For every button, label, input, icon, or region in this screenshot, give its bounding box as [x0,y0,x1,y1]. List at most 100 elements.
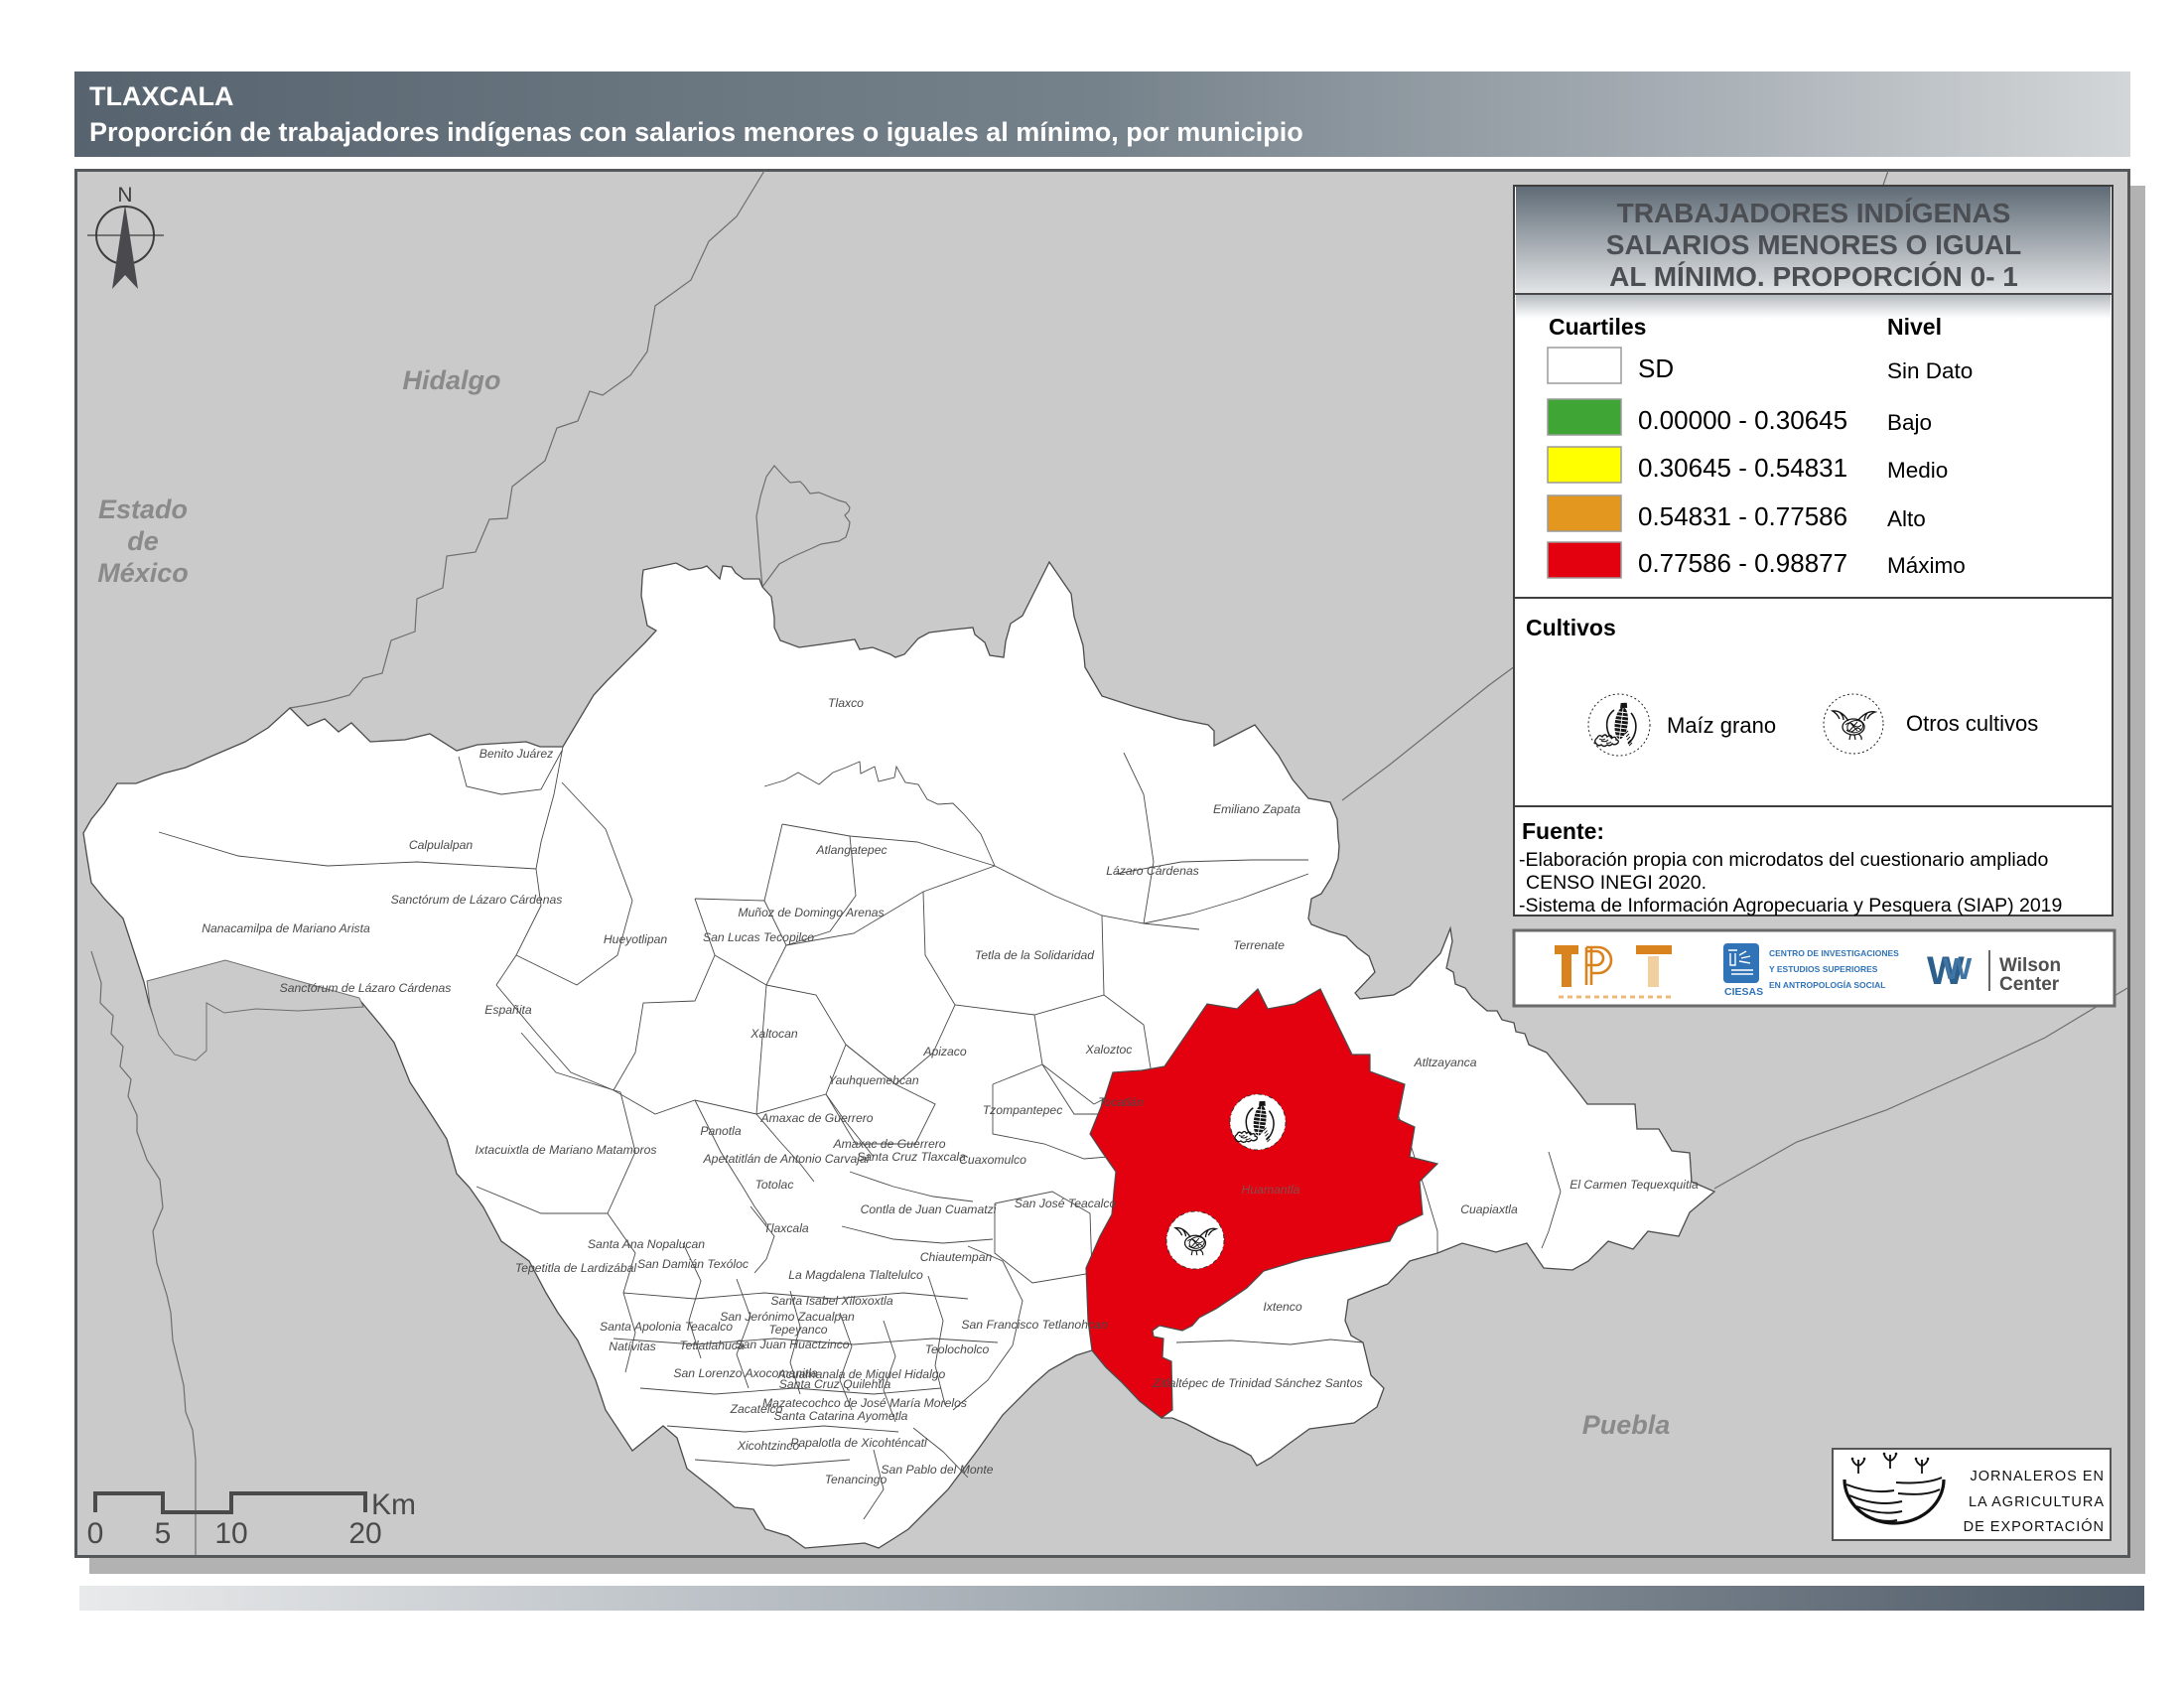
svg-text:Chiautempan: Chiautempan [920,1250,993,1264]
svg-text:Tepeyanco: Tepeyanco [768,1323,827,1337]
svg-text:Medio: Medio [1887,458,1948,483]
svg-text:Wilson: Wilson [1999,955,2061,976]
svg-text:Santa Apolonia Teacalco: Santa Apolonia Teacalco [600,1320,733,1334]
svg-text:Ixtenco: Ixtenco [1263,1300,1302,1314]
svg-text:Sin Dato: Sin Dato [1887,358,1973,383]
svg-text:Sanctórum de Lázaro Cárdenas: Sanctórum de Lázaro Cárdenas [391,893,563,907]
svg-text:Apetatitlán de Antonio Carvaja: Apetatitlán de Antonio Carvajal [703,1152,870,1166]
svg-text:San Pablo del Monte: San Pablo del Monte [881,1463,993,1477]
svg-text:Sanctórum de Lázaro Cárdenas: Sanctórum de Lázaro Cárdenas [280,981,452,995]
svg-text:Santa Cruz Quilehtla: Santa Cruz Quilehtla [779,1377,891,1391]
svg-text:Tlaxcala: Tlaxcala [763,1221,809,1235]
svg-text:Contla de Juan Cuamatzi: Contla de Juan Cuamatzi [861,1202,997,1216]
svg-text:Tepetitla de Lardizábal: Tepetitla de Lardizábal [515,1261,636,1275]
svg-text:CIESAS: CIESAS [1724,986,1763,998]
svg-text:Benito Juárez: Benito Juárez [479,747,554,761]
svg-text:Puebla: Puebla [1582,1410,1671,1440]
svg-text:Natívitas: Natívitas [609,1340,655,1353]
svg-text:-Elaboración propia con microd: -Elaboración propia con microdatos del c… [1519,849,2048,871]
svg-text:Ixtacuixtla de Mariano Matamor: Ixtacuixtla de Mariano Matamoros [476,1143,657,1157]
svg-text:Yauhquemehcan: Yauhquemehcan [828,1073,918,1087]
svg-text:Hueyotlipan: Hueyotlipan [604,932,668,946]
svg-text:Alto: Alto [1887,506,1926,531]
svg-text:Cuaxomulco: Cuaxomulco [959,1153,1026,1167]
svg-text:N: N [117,184,132,207]
svg-text:Fuente:: Fuente: [1522,818,1604,844]
svg-text:Santa Cruz Tlaxcala: Santa Cruz Tlaxcala [857,1150,966,1164]
svg-text:CENTRO DE INVESTIGACIONES: CENTRO DE INVESTIGACIONES [1769,948,1899,958]
svg-text:Cultivos: Cultivos [1526,615,1616,640]
svg-text:Tetla de la Solidaridad: Tetla de la Solidaridad [975,948,1095,962]
svg-text:Tzompantepec: Tzompantepec [983,1103,1063,1117]
svg-text:Cuartiles: Cuartiles [1549,314,1646,340]
svg-text:CENSO INEGI 2020.: CENSO INEGI 2020. [1526,872,1706,894]
svg-text:W: W [1943,951,1973,986]
svg-text:Calpulalpan: Calpulalpan [409,838,474,852]
svg-text:Panotla: Panotla [700,1124,742,1138]
svg-text:10: 10 [214,1517,247,1550]
svg-text:El Carmen Tequexquitla: El Carmen Tequexquitla [1570,1178,1699,1192]
svg-text:Amaxac de Guerrero: Amaxac de Guerrero [832,1137,945,1151]
svg-text:Santa Ana Nopalucan: Santa Ana Nopalucan [588,1237,705,1251]
svg-text:Apizaco: Apizaco [922,1045,967,1058]
svg-text:SD: SD [1638,353,1674,383]
svg-text:TLAXCALA: TLAXCALA [89,81,233,111]
svg-text:Cuapiaxtla: Cuapiaxtla [1460,1202,1518,1216]
svg-text:Santa Catarina Ayometla: Santa Catarina Ayometla [774,1409,908,1423]
svg-text:Otros cultivos: Otros cultivos [1906,711,2038,736]
svg-text:La Magdalena Tlaltelulco: La Magdalena Tlaltelulco [788,1268,923,1282]
svg-text:Lázaro Cárdenas: Lázaro Cárdenas [1106,864,1199,878]
svg-text:Maíz grano: Maíz grano [1667,713,1776,738]
svg-text:Zitlaltépec de Trinidad Sánche: Zitlaltépec de Trinidad Sánchez Santos [1152,1376,1362,1390]
svg-text:Bajo: Bajo [1887,410,1932,435]
svg-text:Amaxac de Guerrero: Amaxac de Guerrero [759,1111,873,1125]
svg-text:SALARIOS MENORES O IGUAL: SALARIOS MENORES O IGUAL [1606,229,2021,260]
svg-text:Xaltocan: Xaltocan [750,1027,798,1041]
svg-text:0.54831 - 0.77586: 0.54831 - 0.77586 [1638,501,1847,531]
svg-text:Xaloztoc: Xaloztoc [1085,1043,1133,1057]
svg-text:Tocatlán: Tocatlán [1098,1095,1144,1109]
svg-text:Estado: Estado [98,494,188,524]
svg-text:San José Teacalco: San José Teacalco [1015,1197,1117,1210]
svg-text:Santa Isabel Xiloxoxtla: Santa Isabel Xiloxoxtla [770,1294,893,1308]
svg-text:Muñoz de Domingo Arenas: Muñoz de Domingo Arenas [738,906,884,919]
svg-text:Papalotla de Xicohténcatl: Papalotla de Xicohténcatl [790,1436,927,1450]
svg-text:0.00000 - 0.30645: 0.00000 - 0.30645 [1638,405,1847,435]
svg-text:TRABAJADORES INDÍGENAS: TRABAJADORES INDÍGENAS [1617,198,2011,228]
svg-text:Nivel: Nivel [1887,314,1942,340]
svg-text:Nanacamilpa de Mariano Arista: Nanacamilpa de Mariano Arista [202,921,370,935]
svg-text:0.77586 - 0.98877: 0.77586 - 0.98877 [1638,548,1847,578]
svg-text:de: de [127,526,159,556]
svg-text:Terrenate: Terrenate [1233,938,1285,952]
svg-text:Mazatecochco de José María Mor: Mazatecochco de José María Morelos [762,1396,967,1410]
svg-text:San Francisco Tetlanohcan: San Francisco Tetlanohcan [961,1318,1107,1332]
svg-text:DE EXPORTACIÓN: DE EXPORTACIÓN [1964,1518,2105,1535]
svg-text:Tlaxco: Tlaxco [828,696,864,710]
svg-text:0.30645 - 0.54831: 0.30645 - 0.54831 [1638,453,1847,483]
svg-text:Teolocholco: Teolocholco [925,1342,990,1356]
svg-text:Center: Center [1999,974,2060,995]
svg-text:EN ANTROPOLOGÍA SOCIAL: EN ANTROPOLOGÍA SOCIAL [1769,980,1885,990]
svg-text:0: 0 [87,1517,104,1550]
svg-text:Totolac: Totolac [755,1178,794,1192]
svg-text:México: México [97,558,189,588]
svg-text:Y ESTUDIOS SUPERIORES: Y ESTUDIOS SUPERIORES [1769,964,1878,974]
svg-text:JORNALEROS EN: JORNALEROS EN [1971,1469,2105,1484]
svg-text:LA AGRICULTURA: LA AGRICULTURA [1969,1494,2105,1510]
svg-text:San Damián Texóloc: San Damián Texóloc [637,1257,749,1271]
svg-text:Huamantla: Huamantla [1242,1183,1300,1197]
svg-text:Atlangatepec: Atlangatepec [815,843,887,857]
svg-text:San Jerónimo Zacualpan: San Jerónimo Zacualpan [720,1310,855,1324]
svg-text:Españita: Españita [484,1003,532,1017]
svg-text:AL MÍNIMO. PROPORCIÓN 0- 1: AL MÍNIMO. PROPORCIÓN 0- 1 [1609,261,2018,292]
svg-text:20: 20 [348,1517,381,1550]
svg-text:5: 5 [155,1517,172,1550]
svg-text:Atltzayanca: Atltzayanca [1413,1056,1476,1069]
svg-text:Máximo: Máximo [1887,553,1966,578]
svg-text:-Sistema de Información Agrope: -Sistema de Información Agropecuaria y P… [1519,895,2062,917]
svg-text:San Juan Huactzinco: San Juan Huactzinco [735,1338,849,1351]
svg-text:Hidalgo: Hidalgo [403,365,501,395]
svg-text:San Lucas Tecopilco: San Lucas Tecopilco [703,930,814,944]
svg-text:Emiliano Zapata: Emiliano Zapata [1213,802,1300,816]
svg-text:Tenancingo: Tenancingo [825,1473,887,1486]
